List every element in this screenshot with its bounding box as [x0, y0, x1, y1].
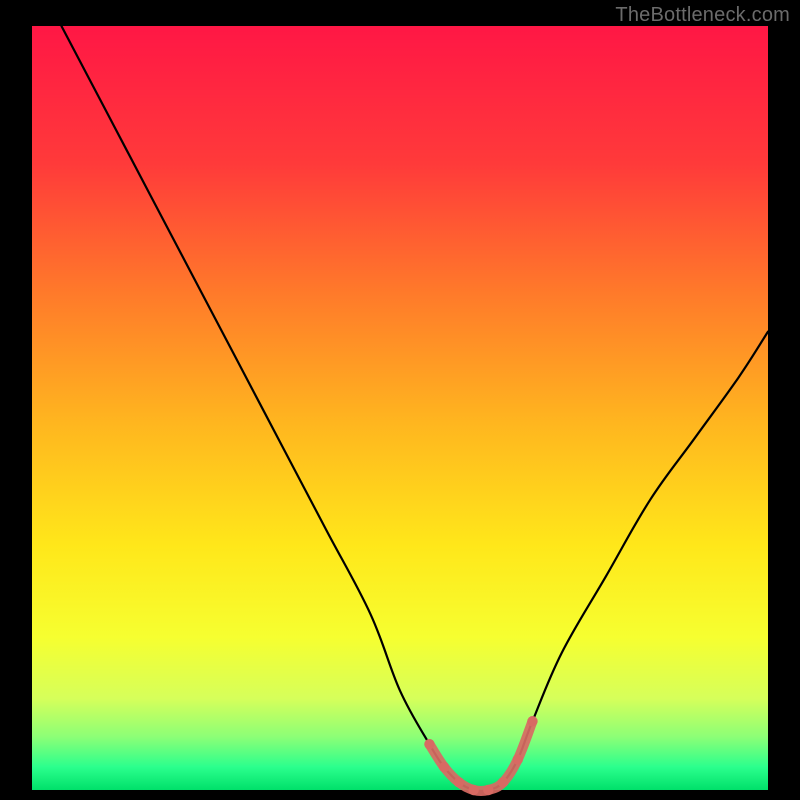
- optimal-marker-dot: [439, 762, 449, 772]
- optimal-marker-dot: [483, 785, 493, 795]
- optimal-marker-dot: [424, 739, 434, 749]
- optimal-marker-dot: [527, 716, 537, 726]
- watermark-text: TheBottleneck.com: [615, 4, 790, 27]
- plot-background: [32, 26, 768, 790]
- chart-frame: TheBottleneck.com: [0, 0, 800, 800]
- optimal-marker-dot: [498, 777, 508, 787]
- optimal-marker-dot: [513, 754, 523, 764]
- optimal-marker-dot: [454, 777, 464, 787]
- bottleneck-chart: [0, 0, 800, 800]
- optimal-marker-dot: [468, 785, 478, 795]
